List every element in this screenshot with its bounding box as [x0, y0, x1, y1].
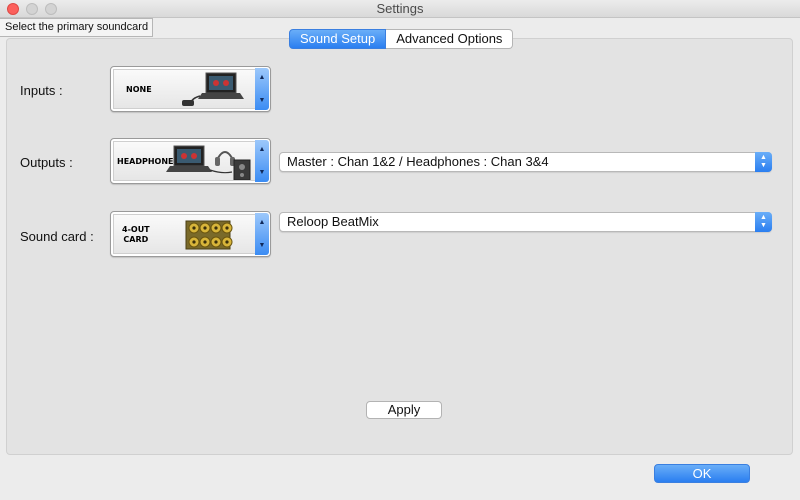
inputs-picker[interactable]: NONE ▲ ▼ — [110, 66, 271, 112]
outputs-picker-image: HEADPHONES — [113, 141, 257, 181]
tooltip: Select the primary soundcard — [0, 18, 153, 37]
stepper-down-icon[interactable]: ▼ — [255, 242, 269, 249]
minimize-window-button[interactable] — [26, 3, 38, 15]
stepper-up-icon[interactable]: ▲ — [255, 146, 269, 153]
stepper-up-icon[interactable]: ▲ — [255, 219, 269, 226]
soundcard-stepper[interactable]: ▲ ▼ — [255, 213, 269, 255]
select-arrows-icon[interactable]: ▲ ▼ — [755, 212, 772, 232]
laptop-icon — [182, 72, 244, 106]
soundcard-select[interactable]: Reloop BeatMix ▲ ▼ — [279, 212, 772, 232]
rca-connectors-icon — [185, 220, 233, 250]
outputs-routing-select[interactable]: Master : Chan 1&2 / Headphones : Chan 3&… — [279, 152, 772, 172]
soundcard-select-value: Reloop BeatMix — [287, 214, 379, 229]
inputs-picker-image: NONE — [113, 69, 257, 109]
inputs-stepper[interactable]: ▲ ▼ — [255, 68, 269, 110]
select-arrows-icon[interactable]: ▲ ▼ — [755, 152, 772, 172]
outputs-picker[interactable]: HEADPHONES ▲ ▼ — [110, 138, 271, 184]
stepper-down-icon[interactable]: ▼ — [255, 169, 269, 176]
inputs-label: Inputs : — [20, 83, 63, 98]
soundcard-picker-image: 4-OUT CARD — [113, 214, 257, 254]
apply-button[interactable]: Apply — [366, 401, 442, 419]
outputs-label: Outputs : — [20, 155, 73, 170]
ok-button[interactable]: OK — [654, 464, 750, 483]
tab-bar: Sound Setup Advanced Options — [289, 29, 514, 49]
outputs-stepper[interactable]: ▲ ▼ — [255, 140, 269, 182]
stepper-down-icon[interactable]: ▼ — [255, 97, 269, 104]
window-title: Settings — [376, 1, 424, 16]
headphones-laptop-icon — [166, 145, 251, 180]
soundcard-label: Sound card : — [20, 229, 94, 244]
tab-sound-setup[interactable]: Sound Setup — [289, 29, 387, 49]
stepper-up-icon[interactable]: ▲ — [255, 74, 269, 81]
tab-advanced-options[interactable]: Advanced Options — [386, 29, 514, 49]
title-bar: Settings — [0, 0, 800, 18]
outputs-routing-value: Master : Chan 1&2 / Headphones : Chan 3&… — [287, 154, 549, 169]
soundcard-picker[interactable]: 4-OUT CARD ▲ ▼ — [110, 211, 271, 257]
zoom-window-button[interactable] — [45, 3, 57, 15]
close-window-button[interactable] — [7, 3, 19, 15]
